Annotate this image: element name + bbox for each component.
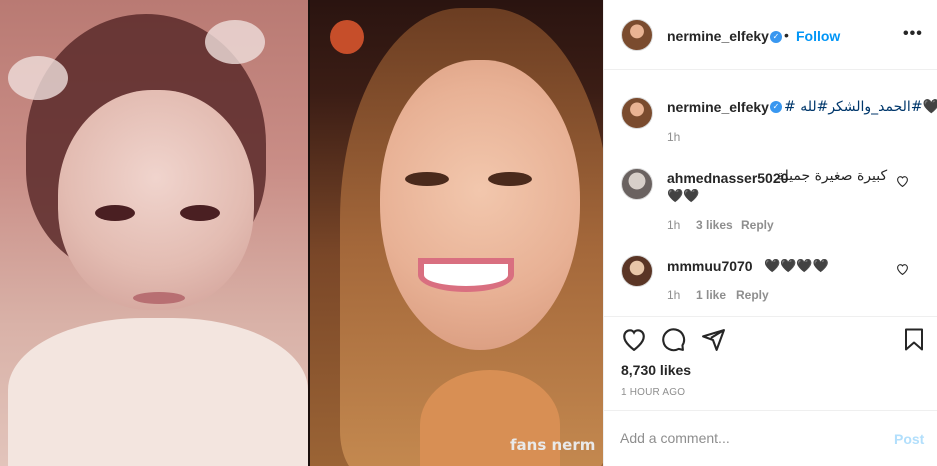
comment-username[interactable]: ahmednasser5020: [667, 170, 788, 186]
reply-button[interactable]: Reply: [736, 288, 769, 302]
share-icon[interactable]: [701, 327, 726, 357]
heart-icon[interactable]: [621, 327, 647, 356]
post-media[interactable]: fans nerm: [0, 0, 603, 466]
bookmark-icon[interactable]: [902, 327, 926, 357]
caption-avatar[interactable]: [621, 97, 653, 129]
header-username[interactable]: nermine_elfeky: [667, 28, 769, 44]
commenter-avatar[interactable]: [621, 168, 653, 200]
photo-face: [58, 90, 254, 310]
hair-bow: [205, 20, 265, 64]
photo-mouth: [133, 292, 185, 304]
commenter-avatar[interactable]: [621, 255, 653, 287]
comment-icon[interactable]: [661, 327, 686, 357]
likes-count[interactable]: 8,730 likes: [621, 362, 691, 378]
more-options-icon[interactable]: •••: [903, 25, 923, 43]
caption-time[interactable]: 1h: [667, 130, 680, 144]
comment-likes[interactable]: 1 like: [696, 288, 726, 302]
comment-like-icon[interactable]: [896, 263, 909, 278]
verified-icon: ✓: [770, 101, 782, 113]
photo-eye: [95, 205, 135, 221]
childhood-photo: [0, 0, 310, 466]
verified-icon: ✓: [770, 31, 782, 43]
comment-time[interactable]: 1h: [667, 218, 680, 232]
comment-time[interactable]: 1h: [667, 288, 680, 302]
comment-likes[interactable]: 3 likes: [696, 218, 733, 232]
separator-dot: •: [784, 27, 789, 43]
post-timestamp[interactable]: 1 HOUR AGO: [621, 387, 685, 398]
avatar[interactable]: [621, 19, 653, 51]
adult-photo: [310, 0, 603, 466]
comment-text-extra: 🖤🖤: [667, 188, 700, 203]
comment-text: كبيرة صغيرة جميلة: [777, 168, 888, 184]
photo-smile: [418, 258, 514, 292]
post-panel: nermine_elfeky ✓ • Follow ••• nermine_el…: [603, 0, 937, 466]
photo-dress: [8, 318, 308, 466]
comment-username[interactable]: mmmuu7070: [667, 258, 753, 274]
caption-text[interactable]: # الحمد_والشكر#لله#🖤#: [784, 99, 937, 115]
post-button[interactable]: Post: [894, 431, 924, 447]
post-header: nermine_elfeky ✓ • Follow •••: [604, 0, 937, 70]
photo-eye: [405, 172, 449, 186]
reply-button[interactable]: Reply: [741, 218, 774, 232]
add-comment-bar: Post: [604, 410, 937, 466]
photo-face: [380, 60, 580, 350]
comment-like-icon[interactable]: [896, 175, 909, 190]
hair-bow: [8, 56, 68, 100]
photo-eye: [180, 205, 220, 221]
comment-input[interactable]: [620, 427, 890, 449]
background-light: [330, 20, 364, 54]
photo-eye: [488, 172, 532, 186]
follow-button[interactable]: Follow: [796, 28, 840, 44]
caption-username[interactable]: nermine_elfeky: [667, 99, 769, 115]
watermark: fans nerm: [510, 436, 596, 454]
comment-text: 🖤🖤🖤🖤: [764, 258, 829, 273]
actions-divider: [604, 316, 937, 317]
